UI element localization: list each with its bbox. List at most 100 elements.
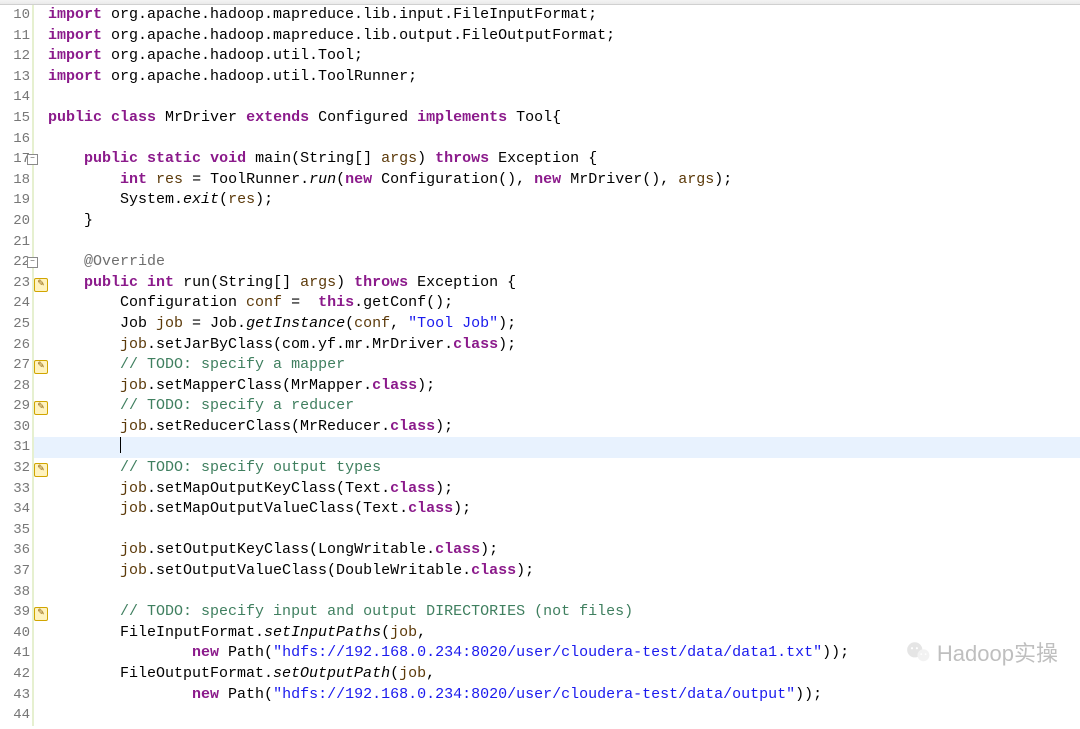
code-content[interactable] bbox=[44, 520, 1080, 541]
code-line[interactable]: 44 bbox=[0, 705, 1080, 726]
code-content[interactable] bbox=[44, 232, 1080, 253]
code-content[interactable]: job.setMapOutputValueClass(Text.class); bbox=[44, 499, 1080, 520]
code-line[interactable]: 24 Configuration conf = this.getConf(); bbox=[0, 293, 1080, 314]
token bbox=[48, 480, 120, 497]
code-line[interactable]: 35 bbox=[0, 520, 1080, 541]
code-content[interactable]: public static void main(String[] args) t… bbox=[44, 149, 1080, 170]
token bbox=[138, 150, 147, 167]
code-content[interactable]: @Override bbox=[44, 252, 1080, 273]
code-line[interactable]: 27✎ // TODO: specify a mapper bbox=[0, 355, 1080, 376]
code-content[interactable]: job.setReducerClass(MrReducer.class); bbox=[44, 417, 1080, 438]
code-line[interactable]: 25 Job job = Job.getInstance(conf, "Tool… bbox=[0, 314, 1080, 335]
code-line[interactable]: 14 bbox=[0, 87, 1080, 108]
gutter-marker bbox=[34, 685, 44, 706]
code-editor[interactable]: 10import org.apache.hadoop.mapreduce.lib… bbox=[0, 5, 1080, 729]
code-content[interactable]: Job job = Job.getInstance(conf, "Tool Jo… bbox=[44, 314, 1080, 335]
quickfix-icon[interactable]: ✎ bbox=[34, 360, 48, 374]
code-content[interactable]: } bbox=[44, 211, 1080, 232]
gutter-marker bbox=[34, 252, 44, 273]
code-line[interactable]: 26 job.setJarByClass(com.yf.mr.MrDriver.… bbox=[0, 335, 1080, 356]
code-content[interactable] bbox=[44, 582, 1080, 603]
code-line[interactable]: 39✎ // TODO: specify input and output DI… bbox=[0, 602, 1080, 623]
token: )); bbox=[795, 686, 822, 703]
code-content[interactable]: import org.apache.hadoop.util.Tool; bbox=[44, 46, 1080, 67]
code-line[interactable]: 22− @Override bbox=[0, 252, 1080, 273]
code-content[interactable]: public class MrDriver extends Configured… bbox=[44, 108, 1080, 129]
code-content[interactable]: job.setJarByClass(com.yf.mr.MrDriver.cla… bbox=[44, 335, 1080, 356]
code-line[interactable]: 20 } bbox=[0, 211, 1080, 232]
code-line[interactable]: 15public class MrDriver extends Configur… bbox=[0, 108, 1080, 129]
code-content[interactable]: Configuration conf = this.getConf(); bbox=[44, 293, 1080, 314]
code-content[interactable]: // TODO: specify a reducer bbox=[44, 396, 1080, 417]
code-line[interactable]: 30 job.setReducerClass(MrReducer.class); bbox=[0, 417, 1080, 438]
token: Path( bbox=[219, 644, 273, 661]
token bbox=[48, 603, 120, 620]
line-number: 23 bbox=[0, 273, 34, 294]
code-line[interactable]: 17− public static void main(String[] arg… bbox=[0, 149, 1080, 170]
code-content[interactable]: System.exit(res); bbox=[44, 190, 1080, 211]
code-line[interactable]: 23✎ public int run(String[] args) throws… bbox=[0, 273, 1080, 294]
token: class bbox=[111, 109, 156, 126]
token: extends bbox=[246, 109, 309, 126]
code-content[interactable]: import org.apache.hadoop.mapreduce.lib.i… bbox=[44, 5, 1080, 26]
code-line[interactable]: 18 int res = ToolRunner.run(new Configur… bbox=[0, 170, 1080, 191]
code-line[interactable]: 32✎ // TODO: specify output types bbox=[0, 458, 1080, 479]
quickfix-icon[interactable]: ✎ bbox=[34, 607, 48, 621]
code-line[interactable]: 12import org.apache.hadoop.util.Tool; bbox=[0, 46, 1080, 67]
code-content[interactable]: FileInputFormat.setInputPaths(job, bbox=[44, 623, 1080, 644]
code-line[interactable]: 28 job.setMapperClass(MrMapper.class); bbox=[0, 376, 1080, 397]
token: = Job. bbox=[183, 315, 246, 332]
code-line[interactable]: 42 FileOutputFormat.setOutputPath(job, bbox=[0, 664, 1080, 685]
token bbox=[138, 274, 147, 291]
code-line[interactable]: 34 job.setMapOutputValueClass(Text.class… bbox=[0, 499, 1080, 520]
code-content[interactable]: // TODO: specify a mapper bbox=[44, 355, 1080, 376]
code-line[interactable]: 10import org.apache.hadoop.mapreduce.lib… bbox=[0, 5, 1080, 26]
code-content[interactable]: job.setOutputKeyClass(LongWritable.class… bbox=[44, 540, 1080, 561]
token: res bbox=[228, 191, 255, 208]
code-content[interactable] bbox=[44, 87, 1080, 108]
line-number: 21 bbox=[0, 232, 34, 253]
code-content[interactable]: // TODO: specify output types bbox=[44, 458, 1080, 479]
code-content[interactable]: new Path("hdfs://192.168.0.234:8020/user… bbox=[44, 643, 1080, 664]
code-content[interactable]: job.setMapperClass(MrMapper.class); bbox=[44, 376, 1080, 397]
code-line[interactable]: 16 bbox=[0, 129, 1080, 150]
token: setOutputPath bbox=[273, 665, 390, 682]
code-line[interactable]: 36 job.setOutputKeyClass(LongWritable.cl… bbox=[0, 540, 1080, 561]
code-line[interactable]: 21 bbox=[0, 232, 1080, 253]
gutter-marker bbox=[34, 232, 44, 253]
code-content[interactable]: import org.apache.hadoop.util.ToolRunner… bbox=[44, 67, 1080, 88]
code-content[interactable]: job.setMapOutputKeyClass(Text.class); bbox=[44, 479, 1080, 500]
code-line[interactable]: 38 bbox=[0, 582, 1080, 603]
line-number: 22− bbox=[0, 252, 34, 273]
line-number: 26 bbox=[0, 335, 34, 356]
quickfix-icon[interactable]: ✎ bbox=[34, 278, 48, 292]
code-content[interactable] bbox=[44, 437, 1080, 458]
token: this bbox=[318, 294, 354, 311]
code-line[interactable]: 19 System.exit(res); bbox=[0, 190, 1080, 211]
quickfix-icon[interactable]: ✎ bbox=[34, 463, 48, 477]
code-content[interactable]: public int run(String[] args) throws Exc… bbox=[44, 273, 1080, 294]
code-line[interactable]: 11import org.apache.hadoop.mapreduce.lib… bbox=[0, 26, 1080, 47]
code-content[interactable]: import org.apache.hadoop.mapreduce.lib.o… bbox=[44, 26, 1080, 47]
line-number: 40 bbox=[0, 623, 34, 644]
code-line[interactable]: 40 FileInputFormat.setInputPaths(job, bbox=[0, 623, 1080, 644]
code-content[interactable]: int res = ToolRunner.run(new Configurati… bbox=[44, 170, 1080, 191]
token: MrDriver bbox=[156, 109, 246, 126]
quickfix-icon[interactable]: ✎ bbox=[34, 401, 48, 415]
code-content[interactable]: FileOutputFormat.setOutputPath(job, bbox=[44, 664, 1080, 685]
code-line[interactable]: 13import org.apache.hadoop.util.ToolRunn… bbox=[0, 67, 1080, 88]
code-line[interactable]: 33 job.setMapOutputKeyClass(Text.class); bbox=[0, 479, 1080, 500]
code-line[interactable]: 31 bbox=[0, 437, 1080, 458]
code-line[interactable]: 37 job.setOutputValueClass(DoubleWritabl… bbox=[0, 561, 1080, 582]
code-content[interactable]: // TODO: specify input and output DIRECT… bbox=[44, 602, 1080, 623]
code-line[interactable]: 29✎ // TODO: specify a reducer bbox=[0, 396, 1080, 417]
code-content[interactable]: new Path("hdfs://192.168.0.234:8020/user… bbox=[44, 685, 1080, 706]
code-line[interactable]: 41 new Path("hdfs://192.168.0.234:8020/u… bbox=[0, 643, 1080, 664]
code-content[interactable]: job.setOutputValueClass(DoubleWritable.c… bbox=[44, 561, 1080, 582]
code-content[interactable] bbox=[44, 705, 1080, 726]
token: ( bbox=[381, 624, 390, 641]
code-line[interactable]: 43 new Path("hdfs://192.168.0.234:8020/u… bbox=[0, 685, 1080, 706]
code-content[interactable] bbox=[44, 129, 1080, 150]
gutter-marker bbox=[34, 643, 44, 664]
token: = ToolRunner. bbox=[183, 171, 309, 188]
